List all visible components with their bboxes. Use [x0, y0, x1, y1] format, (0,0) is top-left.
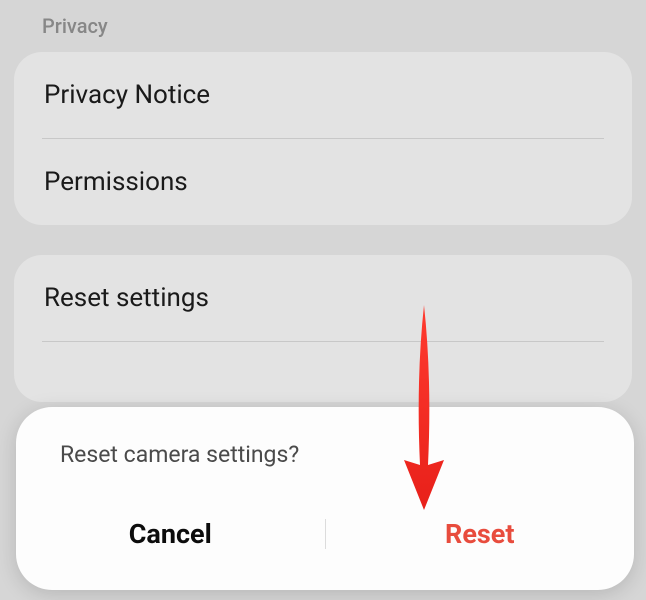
dialog-title: Reset camera settings? — [16, 441, 634, 468]
permissions-row[interactable]: Permissions — [14, 139, 632, 225]
privacy-notice-row[interactable]: Privacy Notice — [14, 52, 632, 138]
reset-settings-row[interactable]: Reset settings — [14, 255, 632, 341]
cancel-button[interactable]: Cancel — [16, 508, 325, 560]
privacy-card: Privacy Notice Permissions — [14, 52, 632, 225]
reset-confirmation-dialog: Reset camera settings? Cancel Reset — [16, 407, 634, 590]
privacy-section-header: Privacy — [0, 0, 646, 52]
dialog-button-row: Cancel Reset — [16, 508, 634, 590]
reset-button[interactable]: Reset — [326, 508, 635, 560]
reset-card: Reset settings — [14, 255, 632, 402]
